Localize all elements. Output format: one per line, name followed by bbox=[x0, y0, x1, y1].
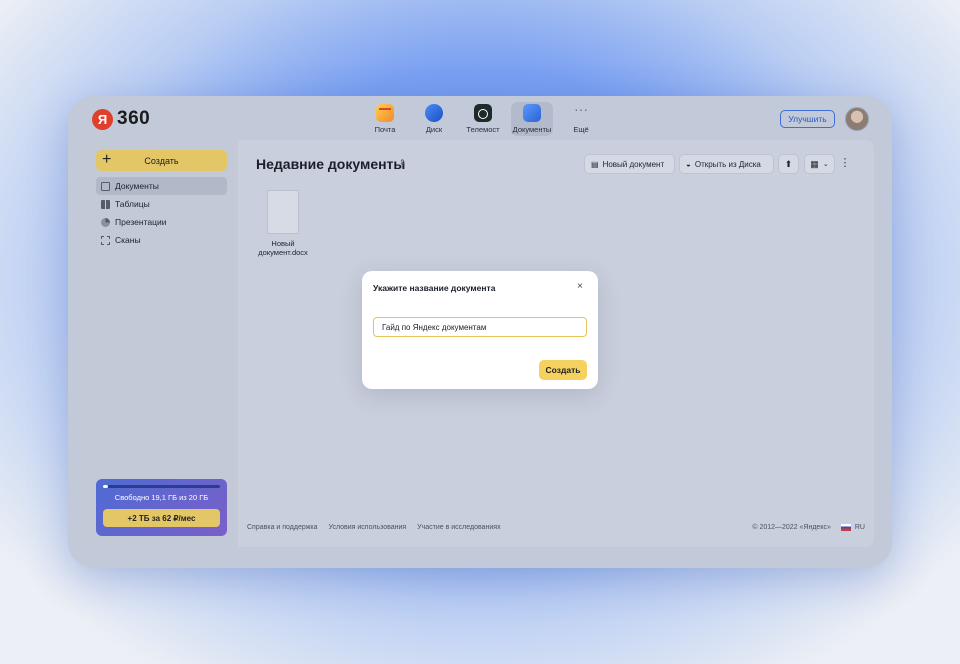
copyright-text: © 2012—2022 «Яндекс» bbox=[752, 524, 831, 531]
yandex-360-logo[interactable]: Я 360 bbox=[92, 108, 150, 130]
footer-link-research[interactable]: Участие в исследованиях bbox=[417, 524, 500, 531]
create-button[interactable]: + Создать bbox=[96, 150, 227, 171]
copyright: © 2012—2022 «Яндекс» RU bbox=[752, 524, 865, 531]
top-bar: Я 360 Почта Диск Телемост Документы ··· bbox=[68, 96, 892, 140]
create-document-dialog: Укажите название документа × Создать bbox=[362, 271, 598, 389]
upgrade-button[interactable]: Улучшить bbox=[780, 110, 835, 128]
new-document-button[interactable]: ▤ Новый документ bbox=[584, 154, 675, 174]
sidebar-item-documents[interactable]: Документы bbox=[96, 177, 227, 195]
more-dots-icon: ··· bbox=[574, 101, 588, 117]
app-disk[interactable]: Диск bbox=[413, 102, 455, 136]
logo-text: 360 bbox=[117, 108, 151, 129]
upload-icon: ⬆ bbox=[784, 158, 793, 169]
sidebar-item-presentations[interactable]: Презентации bbox=[96, 213, 227, 231]
app-documents[interactable]: Документы bbox=[511, 102, 553, 136]
sidebar-item-scans[interactable]: Сканы bbox=[96, 231, 227, 249]
app-switcher: Почта Диск Телемост Документы ··· Ещё bbox=[364, 102, 609, 136]
document-name-input[interactable] bbox=[373, 317, 587, 337]
sidebar-item-label: Документы bbox=[115, 181, 159, 191]
open-from-disk-button[interactable]: ◒ Открыть из Диска bbox=[679, 154, 774, 174]
sort-icon[interactable]: ⇕ bbox=[399, 158, 406, 167]
page-title: Недавние документы bbox=[256, 156, 406, 172]
grid-icon: ▦ bbox=[810, 158, 819, 169]
footer-link-terms[interactable]: Условия использования bbox=[329, 524, 407, 531]
scan-icon bbox=[101, 235, 110, 245]
document-icon bbox=[101, 181, 110, 191]
disk-small-icon: ◒ bbox=[686, 159, 691, 169]
footer-link-help[interactable]: Справка и поддержка bbox=[247, 524, 318, 531]
sidebar-item-spreadsheets[interactable]: Таблицы bbox=[96, 195, 227, 213]
storage-progress bbox=[103, 485, 220, 488]
app-telemost[interactable]: Телемост bbox=[462, 102, 504, 136]
file-thumbnail bbox=[267, 190, 299, 234]
footer: Справка и поддержка Условия использовани… bbox=[247, 524, 865, 531]
file-item[interactable]: Новый документ.docx bbox=[253, 190, 313, 257]
spreadsheet-icon bbox=[101, 199, 110, 209]
dialog-create-button[interactable]: Создать bbox=[539, 360, 587, 380]
open-from-disk-label: Открыть из Диска bbox=[694, 159, 761, 169]
create-button-label: Создать bbox=[144, 155, 179, 166]
mail-icon bbox=[376, 104, 394, 122]
view-mode-button[interactable]: ▦ ⌄ bbox=[804, 154, 835, 174]
file-name: Новый документ.docx bbox=[253, 239, 313, 257]
sidebar-item-label: Таблицы bbox=[115, 199, 150, 209]
disk-icon bbox=[425, 104, 443, 122]
app-label: Ещё bbox=[573, 125, 589, 134]
new-document-label: Новый документ bbox=[602, 159, 665, 169]
avatar[interactable] bbox=[845, 107, 869, 131]
app-label: Документы bbox=[512, 125, 552, 134]
sidebar-item-label: Сканы bbox=[115, 235, 141, 245]
sidebar-item-label: Презентации bbox=[115, 217, 167, 227]
file-name-line2: документ.docx bbox=[258, 248, 308, 257]
new-document-icon: ▤ bbox=[591, 159, 599, 169]
sidebar-nav: Документы Таблицы Презентации Сканы bbox=[96, 177, 227, 249]
storage-widget: Свободно 19,1 ГБ из 20 ГБ +2 ТБ за 62 ₽/… bbox=[96, 479, 227, 536]
app-more[interactable]: ··· Ещё bbox=[560, 102, 602, 136]
presentation-icon bbox=[101, 217, 110, 227]
chevron-down-icon: ⌄ bbox=[822, 161, 829, 168]
documents-icon bbox=[523, 104, 541, 122]
upload-button[interactable]: ⬆ bbox=[778, 154, 799, 174]
file-name-line1: Новый bbox=[271, 239, 295, 248]
close-icon[interactable]: × bbox=[577, 281, 583, 292]
plus-icon: + bbox=[102, 151, 112, 168]
app-mail[interactable]: Почта bbox=[364, 102, 406, 136]
more-options-icon[interactable]: ⋮ bbox=[839, 156, 851, 172]
app-label: Почта bbox=[374, 125, 396, 134]
app-label: Диск bbox=[425, 125, 443, 134]
dialog-title: Укажите название документа bbox=[373, 283, 496, 293]
buy-storage-button[interactable]: +2 ТБ за 62 ₽/мес bbox=[103, 509, 220, 527]
sidebar: + Создать Документы Таблицы Презентации bbox=[85, 140, 238, 547]
storage-text: Свободно 19,1 ГБ из 20 ГБ bbox=[114, 493, 209, 502]
russia-flag-icon bbox=[840, 524, 851, 531]
storage-progress-fill bbox=[103, 485, 109, 488]
yandex-logo-badge: Я bbox=[92, 108, 113, 130]
telemost-icon bbox=[474, 104, 492, 122]
language-switch[interactable]: RU bbox=[855, 524, 865, 531]
app-label: Телемост bbox=[466, 125, 500, 134]
